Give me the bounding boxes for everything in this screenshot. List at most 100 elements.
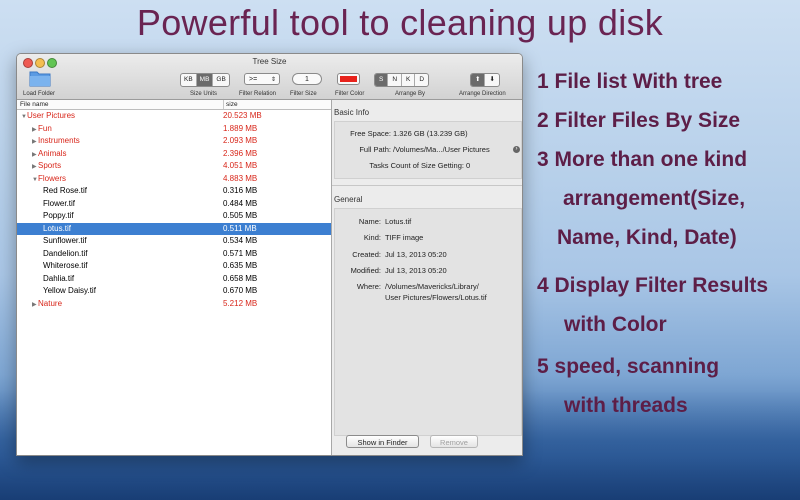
- tree-row-label: Yellow Daisy.tif: [43, 286, 96, 295]
- tree-row-size: 0.658 MB: [223, 273, 258, 283]
- tree-row-label: Poppy.tif: [43, 211, 74, 220]
- tree-row[interactable]: ▶Sports 4.051 MB: [17, 160, 331, 173]
- tree-row[interactable]: Poppy.tif 0.505 MB: [17, 210, 331, 223]
- tree-row-name: Dandelion.tif: [43, 248, 87, 261]
- tree-row[interactable]: ▶Animals 2.396 MB: [17, 148, 331, 161]
- toolbar: Tree Size Load Folder KB MB GB Size Unit…: [17, 54, 522, 100]
- tree-row[interactable]: Lotus.tif 0.511 MB: [17, 222, 331, 236]
- tree-row-label: Lotus.tif: [43, 223, 72, 233]
- tree-row[interactable]: Flower.tif 0.484 MB: [17, 198, 331, 211]
- tree-row-name: Poppy.tif: [43, 210, 74, 223]
- tree-row-size: 0.670 MB: [223, 286, 258, 295]
- modified-value: Jul 13, 2013 05:20: [385, 266, 447, 275]
- remove-button[interactable]: Remove: [430, 435, 478, 448]
- tree-row[interactable]: Whiterose.tif 0.635 MB: [17, 260, 331, 273]
- tree-row-name: Sunflower.tif: [43, 235, 87, 248]
- filter-relation-select[interactable]: >= ⇕: [244, 73, 280, 85]
- feature-5-line2: with threads: [564, 394, 688, 417]
- folder-icon: [29, 71, 51, 87]
- tree-row[interactable]: ▼Flowers 4.883 MB: [17, 173, 331, 186]
- tree-row-size: 4.883 MB: [223, 173, 258, 183]
- tree-row[interactable]: Yellow Daisy.tif 0.670 MB: [17, 285, 331, 298]
- tree-row-label: Fun: [38, 123, 52, 133]
- feature-3-line3: Name, Kind, Date): [557, 226, 737, 249]
- general-box: Name: Lotus.tif Kind: TIFF image Created…: [334, 208, 522, 436]
- arrange-date[interactable]: D: [415, 74, 428, 86]
- tree-size-window: Tree Size Load Folder KB MB GB Size Unit…: [16, 53, 523, 456]
- name-label: Name:: [358, 217, 381, 226]
- updown-icon: ⇕: [270, 77, 276, 83]
- full-path-value: /Volumes/Ma.../User Pictures: [393, 145, 490, 154]
- tree-row-name: Lotus.tif: [43, 223, 71, 236]
- unit-kb[interactable]: KB: [181, 74, 197, 86]
- tree-row-size: 20.523 MB: [223, 111, 262, 120]
- tree-row-label: Red Rose.tif: [43, 186, 88, 195]
- tree-row-name: Yellow Daisy.tif: [43, 285, 96, 298]
- tree-row[interactable]: ▶Nature 5.212 MB: [17, 298, 331, 311]
- tasks-count-label: Tasks Count of Size Getting:: [369, 161, 464, 170]
- tree-row-label: Whiterose.tif: [43, 261, 88, 270]
- tree-row[interactable]: ▼User Pictures 20.523 MB: [17, 110, 331, 123]
- feature-4-line2: with Color: [564, 313, 667, 336]
- tree-row-name: ▶Animals: [32, 148, 66, 162]
- tree-row-label: Dahlia.tif: [43, 273, 75, 283]
- tree-row[interactable]: Dandelion.tif 0.571 MB: [17, 248, 331, 261]
- arrange-name[interactable]: N: [388, 74, 403, 86]
- window-title: Tree Size: [252, 57, 287, 66]
- arrange-kind[interactable]: K: [402, 74, 416, 86]
- tree-row-size: 0.534 MB: [223, 236, 258, 245]
- tree-row-size: 0.484 MB: [223, 198, 258, 208]
- feature-1: 1 File list With tree: [537, 70, 723, 93]
- tree-row-size: 2.396 MB: [223, 148, 258, 158]
- basic-info-box: Free Space: 1.326 GB (13.239 GB) Full Pa…: [334, 121, 522, 179]
- load-folder-label: Load Folder: [23, 91, 56, 97]
- filter-relation-value: >=: [249, 76, 258, 83]
- arrow-up-icon[interactable]: ⬆: [471, 74, 486, 86]
- free-space-label: Free Space:: [350, 129, 391, 138]
- tree-row-label: Sports: [38, 161, 62, 170]
- arrow-down-icon[interactable]: ⬇: [485, 74, 498, 86]
- tree-row[interactable]: Dahlia.tif 0.658 MB: [17, 273, 331, 286]
- feature-3-line2: arrangement(Size,: [563, 187, 746, 210]
- feature-2: 2 Filter Files By Size: [537, 109, 741, 132]
- filter-color-label: Filter Color: [335, 91, 365, 97]
- arrange-size[interactable]: S: [375, 74, 389, 86]
- filter-color-well[interactable]: [337, 73, 360, 85]
- kind-label: Kind:: [363, 233, 381, 242]
- tree-row[interactable]: Red Rose.tif 0.316 MB: [17, 185, 331, 198]
- unit-mb[interactable]: MB: [196, 74, 214, 86]
- size-units-control: KB MB GB: [180, 73, 230, 87]
- reveal-arrow-icon[interactable]: ›: [513, 146, 520, 153]
- tasks-count-value: 0: [466, 161, 471, 170]
- created-value: Jul 13, 2013 05:20: [385, 250, 447, 259]
- headline: Powerful tool to cleaning up disk: [136, 2, 664, 43]
- filter-size-input[interactable]: 1: [292, 73, 322, 85]
- feature-3: 3 More than one kind: [537, 148, 748, 171]
- column-file-name[interactable]: File name: [20, 100, 49, 109]
- tree-row-name: Whiterose.tif: [43, 260, 87, 273]
- show-in-finder-button[interactable]: Show in Finder: [346, 435, 419, 448]
- tree-row-name: ▶Nature: [32, 298, 62, 312]
- tree-row-name: ▶Instruments: [32, 135, 80, 149]
- tree-row[interactable]: ▶Instruments 2.093 MB: [17, 135, 331, 148]
- tree-row[interactable]: Sunflower.tif 0.534 MB: [17, 235, 331, 248]
- unit-gb[interactable]: GB: [213, 74, 228, 86]
- tree-row[interactable]: ▶Fun 1.889 MB: [17, 123, 331, 136]
- modified-label: Modified:: [350, 266, 381, 275]
- tree-row-name: ▶Sports: [32, 160, 61, 174]
- tree-row-label: Animals: [38, 148, 67, 158]
- column-size[interactable]: size: [223, 100, 238, 109]
- arrange-by-control: S N K D: [374, 73, 430, 87]
- arrange-direction-control: ⬆ ⬇: [470, 73, 500, 87]
- load-folder-button[interactable]: [29, 69, 51, 89]
- info-panel: Basic Info Free Space: 1.326 GB (13.239 …: [332, 100, 522, 455]
- tree-row-size: 5.212 MB: [223, 298, 258, 308]
- divider: [332, 185, 522, 186]
- general-heading: General: [334, 195, 363, 204]
- tree-row-size: 0.511 MB: [223, 223, 257, 233]
- arrange-by-label: Arrange By: [395, 91, 426, 97]
- filter-color-swatch: [340, 76, 357, 82]
- filter-relation-label: Filter Relation: [239, 91, 277, 97]
- free-space-value: 1.326 GB (13.239 GB): [393, 129, 468, 138]
- where-value-line2: User Pictures/Flowers/Lotus.tif: [385, 293, 487, 302]
